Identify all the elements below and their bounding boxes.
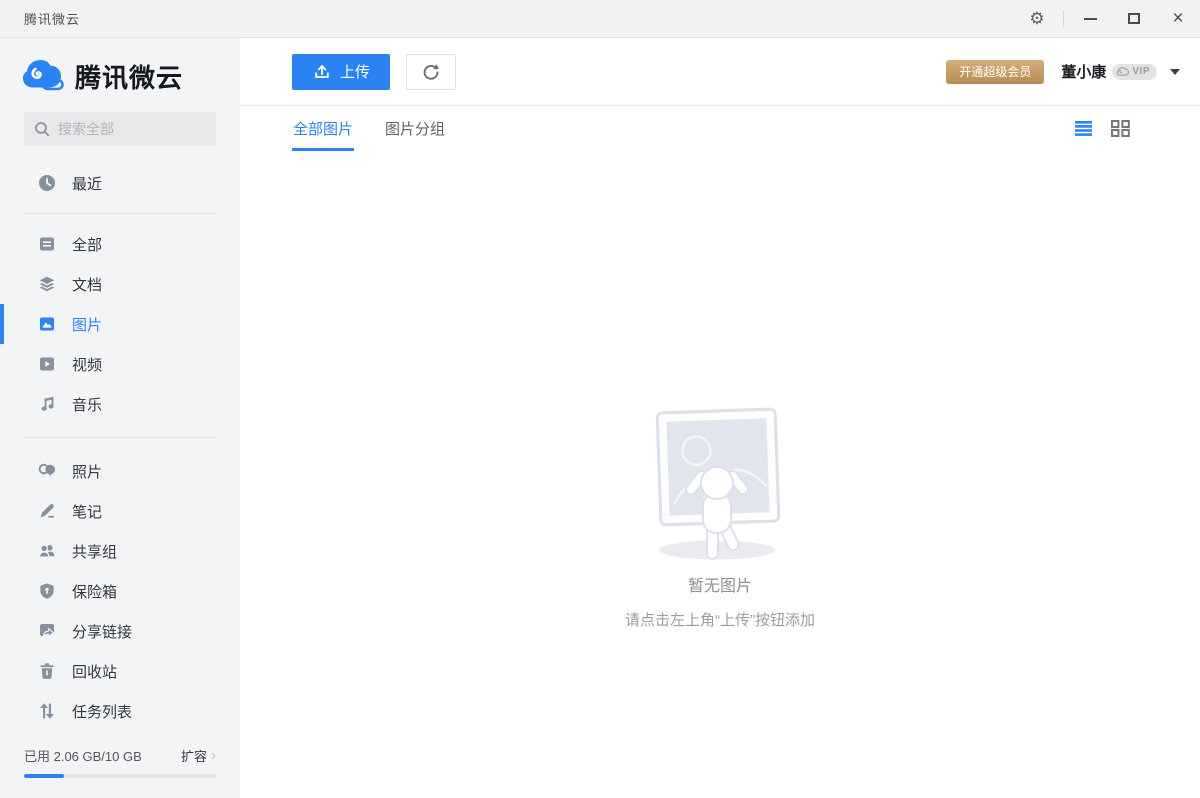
app-window: 腾讯微云 ⚙ × xyxy=(0,0,1200,798)
maximize-button[interactable] xyxy=(1112,0,1156,37)
sidebar-item-documents[interactable]: 文档 xyxy=(0,264,240,304)
tab-bar: 全部图片 图片分组 xyxy=(240,105,1200,151)
shared-group-icon xyxy=(37,541,57,561)
grid-view-icon[interactable] xyxy=(1111,120,1130,137)
sidebar-item-label: 共享组 xyxy=(72,541,117,562)
view-toggles xyxy=(1075,120,1130,137)
storage-row: 已用 2.06 GB/10 GB 扩容 › xyxy=(24,746,216,765)
gear-icon: ⚙ xyxy=(1029,10,1044,27)
empty-state-subtitle: 请点击左上角“上传”按钮添加 xyxy=(625,609,815,630)
sidebar-item-notes[interactable]: 笔记 xyxy=(0,491,240,531)
sidebar-item-all[interactable]: 全部 xyxy=(0,224,240,264)
sidebar-divider xyxy=(24,437,216,438)
photos-balloons-icon xyxy=(37,461,57,481)
sidebar-item-label: 照片 xyxy=(72,461,102,482)
vip-badge-label: VIP xyxy=(1132,66,1150,77)
tab-picture-groups[interactable]: 图片分组 xyxy=(384,106,446,151)
main-toolbar: 上传 开通超级会员 董小康 VI xyxy=(240,38,1200,105)
storage-progress-fill xyxy=(24,774,64,778)
toolbar-right: 开通超级会员 董小康 VIP xyxy=(946,60,1180,84)
cloud-vip-icon xyxy=(1116,66,1130,77)
sidebar-item-label: 文档 xyxy=(72,274,102,295)
sidebar-item-label: 图片 xyxy=(72,314,102,335)
upgrade-member-button[interactable]: 开通超级会员 xyxy=(946,60,1044,84)
sidebar-item-label: 笔记 xyxy=(72,501,102,522)
minimize-icon xyxy=(1084,18,1097,20)
empty-picture-frame-illustration xyxy=(645,403,795,563)
upload-button-label: 上传 xyxy=(340,61,370,82)
chevron-down-icon[interactable] xyxy=(1170,69,1180,75)
sidebar-item-videos[interactable]: 视频 xyxy=(0,344,240,384)
weiyun-cloud-logo xyxy=(22,58,66,94)
tab-label: 图片分组 xyxy=(385,118,445,139)
upload-icon xyxy=(312,62,332,82)
search-input[interactable] xyxy=(58,121,206,137)
sidebar-item-recent[interactable]: 最近 xyxy=(0,163,240,203)
all-files-icon xyxy=(37,234,57,254)
sidebar-item-recycle-bin[interactable]: 回收站 xyxy=(0,651,240,691)
main-panel: 上传 开通超级会员 董小康 VI xyxy=(240,38,1200,798)
titlebar-divider xyxy=(1063,10,1064,27)
sidebar-item-shared-group[interactable]: 共享组 xyxy=(0,531,240,571)
storage-expand-link[interactable]: 扩容 › xyxy=(181,746,216,765)
search-box[interactable] xyxy=(24,112,216,146)
sidebar-item-label: 回收站 xyxy=(72,661,117,682)
list-view-icon[interactable] xyxy=(1075,121,1092,136)
tab-label: 全部图片 xyxy=(293,118,353,139)
sidebar-item-label: 音乐 xyxy=(72,394,102,415)
safe-shield-icon xyxy=(37,581,57,601)
app-body: 腾讯微云 最近 xyxy=(0,38,1200,798)
sidebar-item-label: 最近 xyxy=(72,173,102,194)
notes-pen-icon xyxy=(37,501,57,521)
sidebar-item-music[interactable]: 音乐 xyxy=(0,384,240,424)
minimize-button[interactable] xyxy=(1068,0,1112,37)
sidebar-item-photos[interactable]: 照片 xyxy=(0,451,240,491)
pictures-icon xyxy=(37,314,57,334)
video-icon xyxy=(37,354,57,374)
close-icon: × xyxy=(1172,9,1183,28)
username[interactable]: 董小康 xyxy=(1061,61,1106,82)
upload-button[interactable]: 上传 xyxy=(292,54,390,90)
task-list-icon xyxy=(37,701,57,721)
titlebar: 腾讯微云 ⚙ × xyxy=(0,0,1200,38)
window-title: 腾讯微云 xyxy=(24,9,80,28)
sidebar-item-label: 分享链接 xyxy=(72,621,132,642)
sidebar-item-task-list[interactable]: 任务列表 xyxy=(0,691,240,731)
maximize-icon xyxy=(1128,13,1140,24)
storage-panel: 已用 2.06 GB/10 GB 扩容 › xyxy=(0,732,240,798)
sidebar-item-label: 保险箱 xyxy=(72,581,117,602)
empty-state-title: 暂无图片 xyxy=(688,572,752,596)
sidebar-item-pictures[interactable]: 图片 xyxy=(0,304,240,344)
vip-badge: VIP xyxy=(1112,64,1157,80)
sidebar-divider xyxy=(24,213,216,214)
storage-progress-bar xyxy=(24,774,216,778)
sidebar: 腾讯微云 最近 xyxy=(0,38,240,798)
close-button[interactable]: × xyxy=(1156,0,1200,37)
chevron-right-icon: › xyxy=(211,748,216,763)
tab-all-pictures[interactable]: 全部图片 xyxy=(292,106,354,151)
logo-text: 腾讯微云 xyxy=(75,58,183,95)
sidebar-nav: 最近 全部 文档 xyxy=(0,163,240,732)
music-icon xyxy=(37,394,57,414)
refresh-icon xyxy=(420,61,442,83)
app-logo: 腾讯微云 xyxy=(0,38,240,110)
sidebar-item-share-links[interactable]: 分享链接 xyxy=(0,611,240,651)
sidebar-item-label: 任务列表 xyxy=(72,701,132,722)
storage-used-text: 已用 2.06 GB/10 GB xyxy=(24,746,142,765)
documents-layers-icon xyxy=(37,274,57,294)
refresh-button[interactable] xyxy=(406,54,456,90)
sidebar-item-label: 视频 xyxy=(72,354,102,375)
sidebar-item-label: 全部 xyxy=(72,234,102,255)
settings-button[interactable]: ⚙ xyxy=(1015,0,1059,37)
clock-icon xyxy=(37,173,57,193)
window-controls: ⚙ × xyxy=(1015,0,1200,37)
sidebar-item-safe[interactable]: 保险箱 xyxy=(0,571,240,611)
storage-expand-label: 扩容 xyxy=(181,746,207,765)
empty-state: 暂无图片 请点击左上角“上传”按钮添加 xyxy=(240,151,1200,798)
search-icon xyxy=(34,121,50,137)
share-link-icon xyxy=(37,621,57,641)
recycle-bin-icon xyxy=(37,661,57,681)
